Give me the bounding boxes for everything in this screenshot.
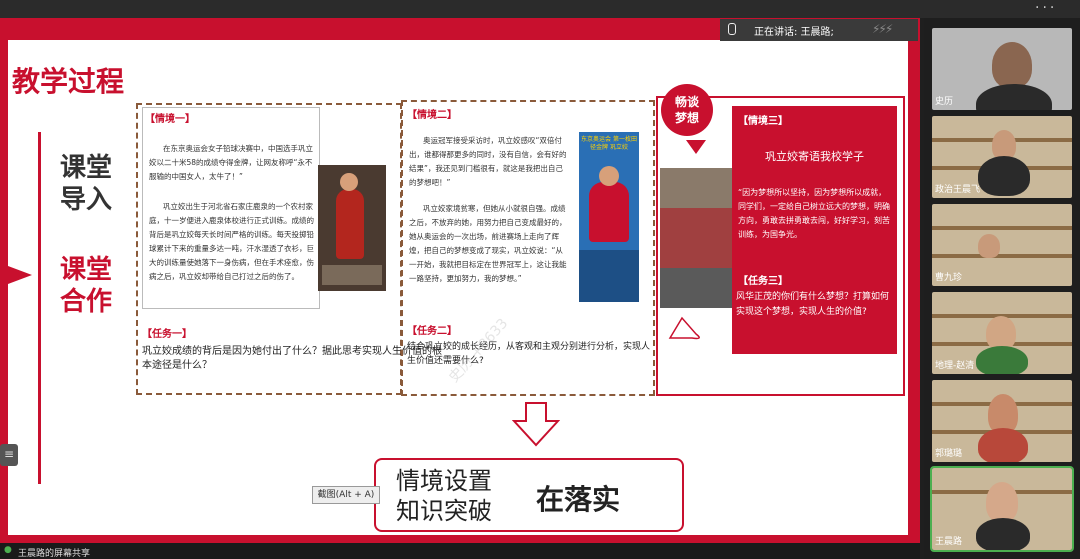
participant-tile[interactable]: 政治王晨飞 (932, 116, 1072, 198)
task-one-text: 巩立姣成绩的背后是因为她付出了什么？据此思考实现人生价值的根本途径是什么？ (142, 346, 442, 371)
share-status-icon: ● (4, 545, 12, 555)
avatar (986, 316, 1016, 350)
signal-icon: ⚡⚡⚡ (872, 22, 893, 36)
poster-athlete-icon (589, 182, 629, 242)
participant-name: 郭璐璐 (935, 449, 963, 459)
scene-one-card: 【情境一】 在东京奥运会女子铅球决赛中，中国选手巩立姣以二十米58的成绩夺得金牌… (142, 107, 320, 309)
timeline-line (38, 132, 41, 484)
avatar-body (976, 346, 1028, 374)
slide-title: 教学过程 (12, 65, 125, 98)
bottom-bar: ● 王晨路的屏幕共享 (0, 543, 920, 559)
participant-tile[interactable]: 地理-赵清 (932, 292, 1072, 374)
more-icon[interactable]: ... (1035, 0, 1057, 12)
participant-name: 王晨路 (935, 537, 963, 547)
scene-one-label: 【情境一】 (145, 114, 195, 125)
avatar (986, 482, 1018, 522)
task-two-text: 结合巩立姣的成长经历，从客观和主观分别进行分析，实现人生价值还需要什么? (407, 342, 651, 366)
bookshelf (932, 226, 1072, 230)
summary-box: 情境设置 知识突破 在落实 (374, 458, 684, 532)
slide: 教学过程 课堂 导入 课堂 合作 【情境一】 在东京奥运会女子铅球决赛中，中国选… (8, 40, 908, 535)
speaking-indicator: 正在讲话: 王晨路; ⚡⚡⚡ (720, 19, 918, 41)
task-three-text: 风华正茂的你们有什么梦想？打算如何实现这个梦想，实现人生的价值? (736, 292, 890, 317)
scene-three-quote: “因为梦想所以坚持，因为梦想所以成就，同学们，一定给自己树立远大的梦想，明确方向… (738, 188, 890, 239)
participant-name: 地理-赵清 (935, 361, 975, 371)
current-step-arrow-icon (8, 266, 32, 284)
scene-three-panel: 【情境三】 巩立姣寄语我校学子 “因为梦想所以坚持，因为梦想所以成就，同学们，一… (732, 106, 897, 354)
scene-two-paragraph-2: 巩立姣家境贫寒，但她从小就很自强。成绩之后，不放弃的她，用努力把自己变成最好的，… (409, 204, 567, 283)
summary-line-2: 知识突破 (396, 497, 492, 525)
participant-tile-active[interactable]: 王晨路 (930, 466, 1074, 552)
participants-panel: 史历 政治王晨飞 曹九珍 地理-赵清 郭璐璐 王晨路 (924, 18, 1080, 559)
microphone-icon (728, 23, 736, 35)
task-two-label: 【任务二】 (407, 326, 457, 337)
poster-bottom (579, 250, 639, 302)
talk-dream-badge: 畅谈 梦想 (661, 84, 713, 136)
avatar-body (976, 84, 1052, 110)
participant-tile[interactable]: 史历 (932, 28, 1072, 110)
participant-tile[interactable]: 曹九珍 (932, 204, 1072, 286)
summary-line-1: 情境设置 (396, 467, 492, 495)
summary-emphasis: 在落实 (536, 483, 621, 516)
scene-three-label: 【情境三】 (738, 116, 788, 127)
scene-one-paragraph-2: 巩立姣出生于河北省石家庄鹿泉的一个农村家庭，十一岁便进入鹿泉体校进行正式训练。成… (149, 202, 314, 281)
poster-head-icon (599, 166, 619, 186)
avatar (992, 42, 1032, 88)
poster-photo: 东京奥运会 第一枚田径金牌 巩立姣 (579, 132, 639, 302)
badge-pointer-icon (686, 140, 706, 154)
share-label: 王晨路的屏幕共享 (18, 549, 91, 559)
task-one-label: 【任务一】 (142, 329, 192, 340)
task-three-label: 【任务三】 (738, 276, 788, 287)
group-photo (660, 168, 732, 308)
speaking-label: 正在讲话: 王晨路; (754, 27, 834, 38)
scene-two-label: 【情境二】 (407, 110, 457, 121)
down-arrow-icon (512, 402, 560, 447)
talk-dream-badge-label: 畅谈 梦想 (674, 95, 699, 125)
step-classroom-cooperation: 课堂 合作 (60, 255, 113, 317)
avatar (978, 234, 1000, 258)
group-ground (660, 268, 732, 308)
participant-name: 史历 (935, 97, 954, 107)
avatar-body (978, 428, 1028, 462)
participant-name: 政治王晨飞 (935, 185, 981, 195)
scene-one-box: 【情境一】 在东京奥运会女子铅球决赛中，中国选手巩立姣以二十米58的成绩夺得金牌… (136, 103, 442, 395)
photo-ground (322, 265, 382, 285)
participant-name: 曹九珍 (935, 273, 963, 283)
athlete-photo (318, 165, 386, 291)
screenshot-tooltip: 截图(Alt + A) (312, 486, 380, 504)
participant-tile[interactable]: 郭璐璐 (932, 380, 1072, 462)
bookshelf (932, 254, 1072, 258)
avatar-body (976, 518, 1030, 550)
menu-handle-icon[interactable]: ≡ (0, 444, 18, 466)
athlete-figure-icon (336, 189, 364, 259)
scene-two-paragraph-1: 奥运冠军接受采访时，巩立姣感叹“双倍付出，谁都得那更多的同时，没有自信，会有好的… (409, 136, 567, 187)
scene-two-box: 【情境二】 奥运冠军接受采访时，巩立姣感叹“双倍付出，谁都得那更多的同时，没有自… (401, 100, 655, 396)
hand-drawn-triangle-icon (668, 316, 700, 340)
group-people (660, 208, 732, 268)
window-title-bar: ... (0, 0, 1080, 18)
poster-caption: 东京奥运会 第一枚田径金牌 巩立姣 (581, 136, 637, 151)
avatar-body (978, 156, 1030, 196)
shared-screen: 教学过程 课堂 导入 课堂 合作 【情境一】 在东京奥运会女子铅球决赛中，中国选… (0, 18, 920, 543)
athlete-head-icon (340, 173, 358, 191)
scene-three-heading: 巩立姣寄语我校学子 (765, 150, 864, 163)
step-classroom-intro: 课堂 导入 (60, 153, 113, 215)
